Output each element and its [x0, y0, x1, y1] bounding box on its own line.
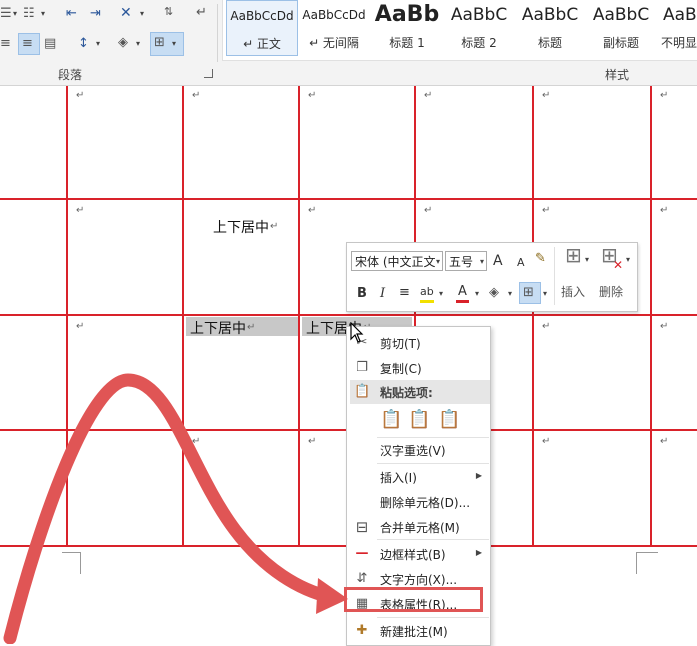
annotation-arrow — [3, 373, 348, 644]
annotation-arrowhead — [316, 578, 348, 614]
annotation-arrow-path — [3, 373, 337, 644]
